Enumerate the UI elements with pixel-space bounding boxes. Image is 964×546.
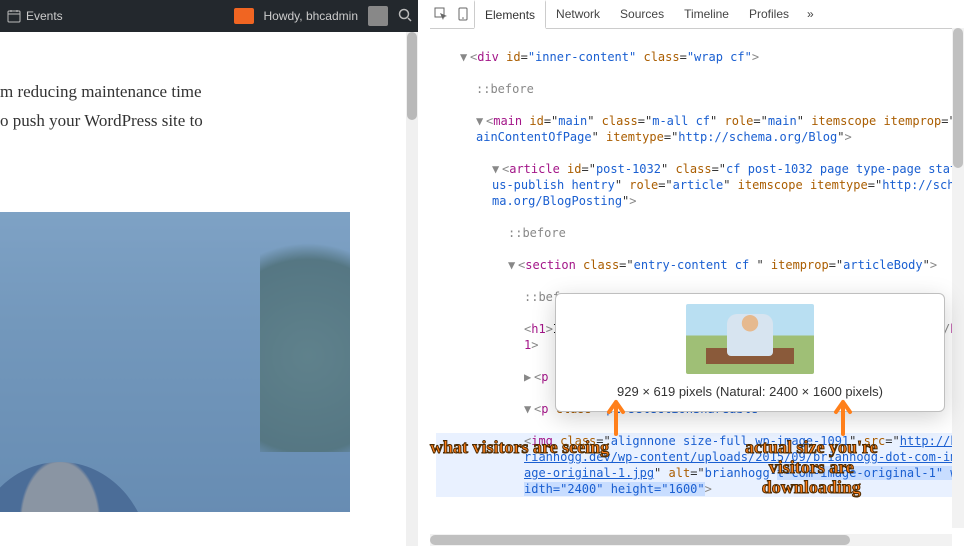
tab-elements[interactable]: Elements [474,0,546,29]
page-scrollbar[interactable] [406,32,418,546]
device-mode-icon[interactable] [452,7,474,21]
dom-node: ▼<section class="entry-content cf " item… [436,257,964,273]
tab-overflow[interactable]: » [799,0,822,28]
wp-admin-bar: Events Howdy, bhcadmin [0,0,418,32]
body-line-1: m reducing maintenance time [0,78,410,107]
browser-viewport: Events Howdy, bhcadmin m reducing mainte… [0,0,418,546]
body-line-2: o push your WordPress site to [0,107,410,136]
adminbar-avatar[interactable] [368,6,388,26]
popover-display-dims: 929 × 619 pixels [617,384,712,399]
image-hover-popover: 929 × 619 pixels (Natural: 2400 × 1600 p… [555,293,945,412]
tab-profiles[interactable]: Profiles [739,0,799,28]
dom-node: ▼<article id="post-1032" class="cf post-… [436,161,964,209]
annotation-arrow-left [605,396,627,436]
search-icon[interactable] [398,8,412,25]
devtools-hscrollbar[interactable] [430,534,952,546]
hero-image [0,212,350,512]
tab-timeline[interactable]: Timeline [674,0,739,28]
devtools-hscroll-thumb[interactable] [430,535,850,545]
dom-tree[interactable]: ▼<div id="inner-content" class="wrap cf"… [430,29,964,546]
page-body-text: m reducing maintenance time o push your … [0,32,418,136]
dom-node: ▼<main id="main" class="m-all cf" role="… [436,113,964,145]
popover-thumbnail [686,304,814,374]
calendar-icon [6,8,22,24]
tab-network[interactable]: Network [546,0,610,28]
devtools-tabbar: Elements Network Sources Timeline Profil… [430,0,964,29]
dom-node: ▼<div id="inner-content" class="wrap cf"… [436,49,964,65]
annotation-actual: actual size you're visitors are download… [745,438,878,497]
page-scrollbar-thumb[interactable] [407,32,417,120]
inspect-element-icon[interactable] [430,7,452,21]
annotation-arrow-right [832,396,854,436]
devtools-panel: Elements Network Sources Timeline Profil… [430,0,964,546]
tab-sources[interactable]: Sources [610,0,674,28]
comment-bubble-icon[interactable] [234,8,254,24]
screenshot-stage: Events Howdy, bhcadmin m reducing mainte… [0,0,964,546]
devtools-vscrollbar[interactable] [952,28,964,528]
adminbar-events-link[interactable]: Events [6,8,63,24]
annotation-visitors: what visitors are seeing [430,438,609,458]
popover-natural-dims: (Natural: 2400 × 1600 pixels) [716,384,883,399]
devtools-vscroll-thumb[interactable] [953,28,963,168]
adminbar-howdy[interactable]: Howdy, bhcadmin [264,9,359,23]
adminbar-events-label: Events [26,9,63,23]
